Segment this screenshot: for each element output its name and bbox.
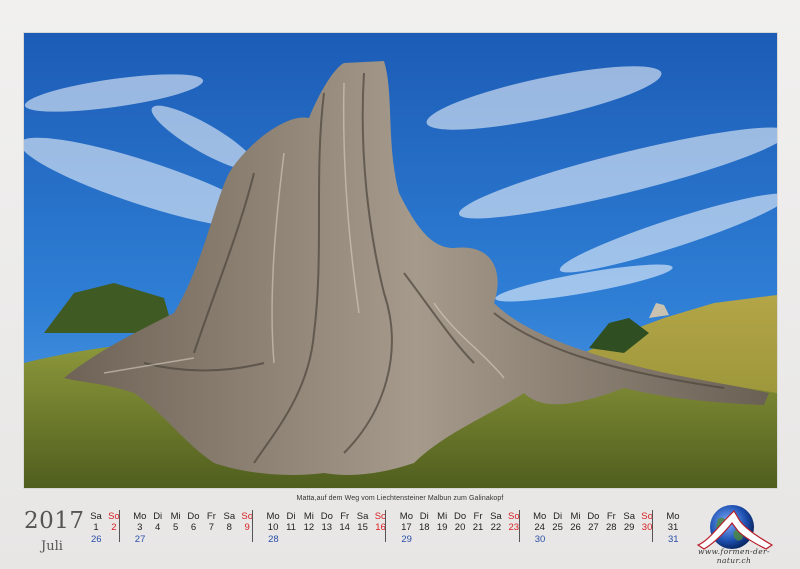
day-of-week: So: [374, 511, 387, 522]
week-number: 30: [534, 534, 546, 545]
week-separator: [252, 510, 254, 542]
week-number: 27: [134, 534, 146, 545]
calendar-day: So 9: [237, 511, 257, 533]
day-date: 30: [641, 522, 653, 533]
year-label: 2017: [24, 508, 85, 534]
week-separator: [652, 510, 653, 542]
calendar-page: Matta,auf dem Weg vom Liechtensteiner Ma…: [0, 0, 800, 569]
day-date: 2: [111, 522, 117, 533]
landscape-photo: [24, 33, 777, 488]
calendar-day: So 30: [637, 511, 657, 533]
day-date: 9: [244, 522, 250, 533]
calendar-day: Mo 31: [663, 511, 683, 533]
calendar-day: So 2: [104, 511, 124, 533]
day-of-week: So: [241, 511, 253, 522]
day-date: 16: [375, 522, 386, 533]
calendar-day: So 16: [371, 511, 391, 533]
week-number: 26: [91, 534, 102, 545]
week-separator: [118, 510, 120, 542]
week-number: 31: [668, 534, 679, 545]
day-date: 23: [508, 522, 520, 533]
website-logo-text: www.formen-der-natur.ch: [698, 547, 770, 565]
day-date: 31: [667, 522, 679, 533]
week-separator: [518, 510, 520, 542]
calendar-strip: Sa 1 So 2 Mo 3 Di 4 Mi 5 Do 6 Fr 7 Sa 8 So 9 Mo 10 Di 11 Mi 12 D…: [84, 508, 689, 548]
calendar-day: So 23: [504, 511, 524, 533]
day-of-week: So: [641, 511, 653, 522]
photo-caption: Matta,auf dem Weg vom Liechtensteiner Ma…: [296, 495, 504, 502]
week-separator: [385, 510, 387, 542]
week-number: 28: [268, 534, 279, 545]
week-number: 29: [401, 534, 412, 545]
month-label: Juli: [41, 539, 63, 554]
tree-stump-photo: [24, 33, 777, 488]
day-of-week: So: [507, 511, 520, 522]
day-of-week: Mo: [666, 511, 680, 522]
day-of-week: So: [108, 511, 120, 522]
